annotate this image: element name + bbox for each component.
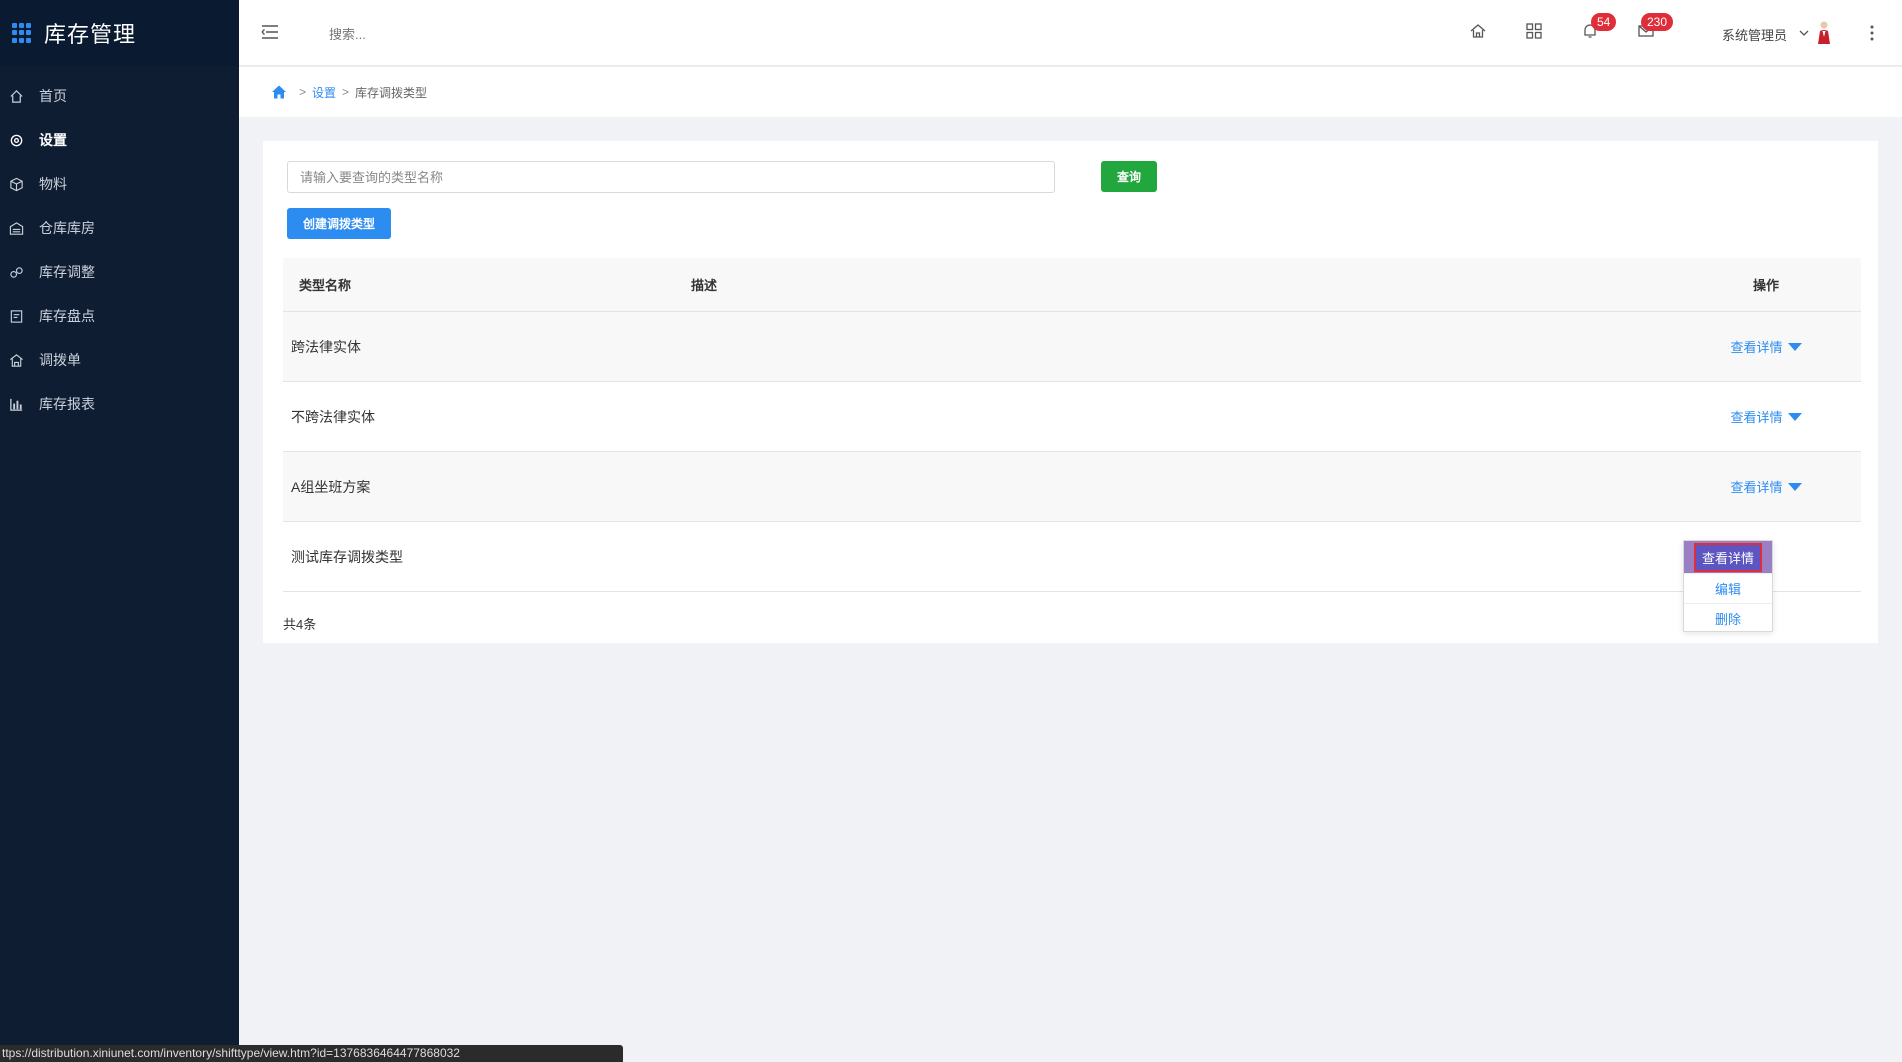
inventory-check-icon (8, 308, 24, 324)
warehouse-icon (8, 220, 24, 236)
cell-name: 不跨法律实体 (291, 408, 375, 425)
avatar[interactable] (1815, 20, 1833, 46)
type-name-search-input[interactable] (287, 161, 1055, 193)
home-icon (8, 88, 24, 104)
cell-name: 跨法律实体 (291, 338, 361, 355)
sidebar-item-stock-check[interactable]: 库存盘点 (0, 294, 239, 338)
view-details-link[interactable]: 查看详情 (1730, 477, 1782, 496)
home-icon[interactable] (271, 84, 287, 100)
breadcrumb-current: 库存调拨类型 (355, 85, 428, 100)
sidebar-item-label: 库存盘点 (39, 308, 95, 324)
cell-name: A组坐班方案 (291, 478, 371, 495)
query-button[interactable]: 查询 (1101, 161, 1157, 192)
breadcrumb: > 设置 > 库存调拨类型 (239, 66, 1902, 117)
cell-actions: 查看详情 (1671, 337, 1861, 356)
chart-icon (8, 396, 24, 412)
link-status-bar: ttps://distribution.xiniunet.com/invento… (0, 1045, 623, 1062)
home-icon[interactable] (1469, 22, 1487, 40)
create-transfer-type-button[interactable]: 创建调拨类型 (287, 208, 391, 239)
breadcrumb-settings[interactable]: 设置 (312, 84, 336, 101)
cell-name: 测试库存调拨类型 (291, 548, 403, 565)
menu-toggle-icon[interactable] (261, 24, 279, 40)
sidebar-item-report[interactable]: 库存报表 (0, 382, 239, 426)
mail-icon[interactable]: 230 (1637, 13, 1674, 40)
column-header-desc: 描述 (691, 278, 718, 293)
message-badge: 230 (1641, 13, 1674, 31)
transfer-icon (8, 352, 24, 368)
dropdown-caret-icon[interactable] (1787, 342, 1802, 351)
table-row: 跨法律实体 查看详情 (283, 312, 1861, 382)
column-header-op: 操作 (1752, 278, 1779, 293)
sidebar-item-stock-adjust[interactable]: 库存调整 (0, 250, 239, 294)
cell-actions: 查看详情 (1671, 477, 1861, 496)
edit-menu-item[interactable]: 编辑 (1684, 573, 1772, 603)
table-row: A组坐班方案 查看详情 (283, 452, 1861, 522)
dropdown-caret-icon[interactable] (1787, 412, 1802, 421)
view-details-link[interactable]: 查看详情 (1730, 337, 1782, 356)
column-header-name: 类型名称 (299, 278, 352, 293)
dropdown-view-details: 查看详情 (1684, 541, 1772, 573)
sidebar-item-label: 库存调整 (39, 264, 95, 280)
row-action-dropdown: 查看详情 编辑 删除 (1683, 540, 1773, 632)
notification-badge: 54 (1591, 13, 1617, 31)
sidebar-item-home[interactable]: 首页 (0, 74, 239, 118)
dropdown-caret-icon[interactable] (1787, 482, 1802, 491)
delete-menu-item[interactable]: 删除 (1684, 603, 1772, 633)
sidebar-item-label: 仓库库房 (39, 220, 95, 236)
main-panel: 查询 创建调拨类型 类型名称 描述 操作 跨法律实体 查看详情 不跨法律实体 查… (263, 141, 1878, 643)
table-row: 测试库存调拨类型 (283, 522, 1861, 592)
top-header: 54 230 系统管理员 (239, 0, 1902, 66)
sidebar-item-materials[interactable]: 物料 (0, 162, 239, 206)
sidebar-nav: 首页 设置 物料 仓库库房 库存调整 库存盘点 调拨单 库存报表 (0, 66, 239, 426)
sidebar-item-settings[interactable]: 设置 (0, 118, 239, 162)
sidebar-item-warehouse[interactable]: 仓库库房 (0, 206, 239, 250)
apps-icon[interactable] (1525, 22, 1543, 40)
total-count: 共4条 (283, 617, 317, 632)
view-details-link[interactable]: 查看详情 (1730, 407, 1782, 426)
sidebar-item-label: 调拨单 (39, 352, 81, 368)
sidebar-item-label: 设置 (39, 132, 67, 148)
view-details-button[interactable]: 查看详情 (1693, 542, 1762, 572)
gear-icon (8, 132, 24, 148)
chevron-down-icon[interactable] (1799, 29, 1809, 37)
sidebar-item-label: 库存报表 (39, 396, 95, 412)
sidebar-item-label: 首页 (39, 88, 67, 104)
table-header: 类型名称 描述 操作 (283, 258, 1861, 312)
search-input[interactable] (329, 22, 579, 46)
user-menu[interactable]: 系统管理员 (1722, 25, 1787, 44)
app-grid-icon[interactable] (12, 23, 32, 43)
box-icon (8, 176, 24, 192)
transfer-type-table: 类型名称 描述 操作 跨法律实体 查看详情 不跨法律实体 查看详情 A组坐班方案 (283, 258, 1861, 592)
brand-header: 库存管理 (0, 0, 239, 66)
table-row: 不跨法律实体 查看详情 (283, 382, 1861, 452)
adjust-icon (8, 264, 24, 280)
cell-actions: 查看详情 (1671, 407, 1861, 426)
sidebar: 库存管理 首页 设置 物料 仓库库房 库存调整 库存盘点 调拨单 库存报表 (0, 0, 239, 1062)
app-title: 库存管理 (44, 22, 137, 47)
sidebar-item-label: 物料 (39, 176, 67, 192)
bell-icon[interactable]: 54 (1581, 13, 1617, 40)
sidebar-item-transfer[interactable]: 调拨单 (0, 338, 239, 382)
more-icon[interactable] (1869, 24, 1875, 42)
